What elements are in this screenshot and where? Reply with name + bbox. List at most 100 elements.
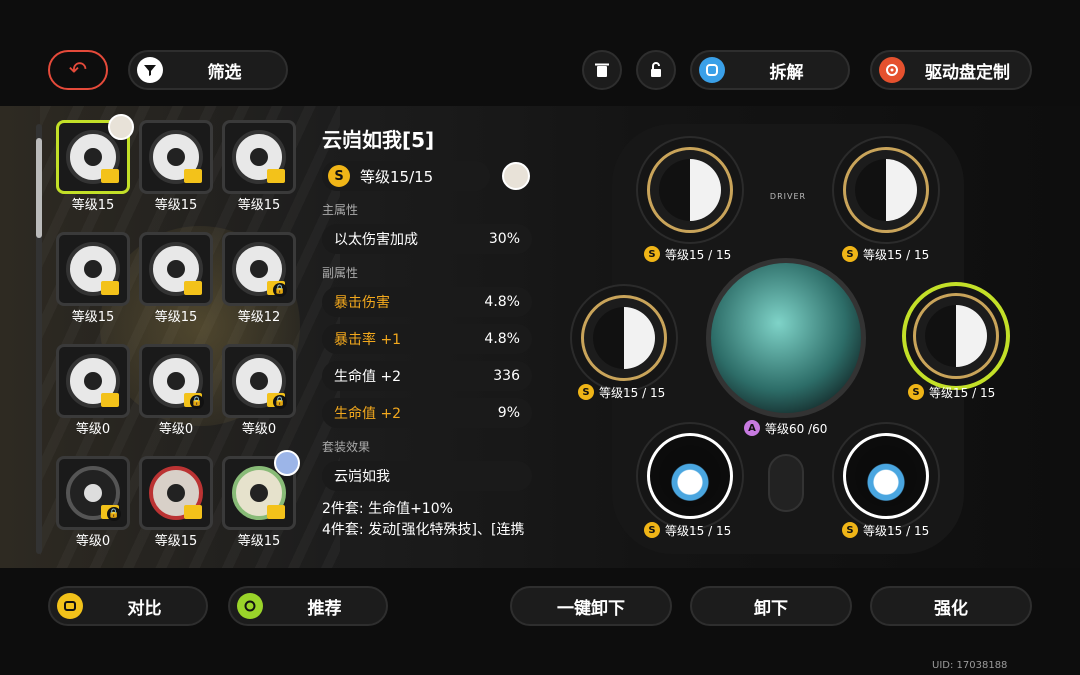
inventory-disc-item[interactable]: 🔒 等级0 <box>139 344 213 437</box>
disc-slot-1[interactable] <box>636 136 744 244</box>
trash-button[interactable] <box>582 50 622 90</box>
main-stat-name: 以太伤害加成 <box>334 232 418 248</box>
disc-card[interactable]: 🔒 <box>56 456 130 535</box>
disc-card[interactable]: 🔒 <box>222 344 296 423</box>
disc-slot-5[interactable] <box>636 422 744 530</box>
disc-item-level: 等级0 <box>75 534 111 549</box>
main-stat-value: 30% <box>488 231 520 247</box>
customize-button[interactable]: 驱动盘定制 <box>870 50 1032 90</box>
monster-disc-icon <box>659 445 721 507</box>
engine-level: 等级60 /60 <box>765 421 828 436</box>
level-coin-icon: S <box>842 246 858 262</box>
yinyang-disc-icon <box>855 159 917 221</box>
inventory-disc-item[interactable]: 等级15 <box>222 120 296 213</box>
w-engine-orb[interactable] <box>706 258 866 418</box>
unequip-button[interactable]: 卸下 <box>690 586 852 626</box>
sub-stat-row: 暴击伤害 4.8% <box>322 287 532 317</box>
set-name-box: 云岿如我 <box>322 461 532 491</box>
disc-slot-6[interactable] <box>832 422 940 530</box>
bottom-bar: 对比 推荐 一键卸下 卸下 强化 <box>0 568 1080 675</box>
filter-label: 筛选 <box>207 62 242 83</box>
disc-slot-frame <box>843 147 929 233</box>
set-name: 云岿如我 <box>334 469 390 485</box>
disc-slot-frame <box>581 295 667 381</box>
unequip-label: 卸下 <box>754 598 788 619</box>
inventory-disc-item[interactable]: 等级0 <box>56 344 130 437</box>
disc-card[interactable] <box>139 456 213 535</box>
disc-card[interactable] <box>222 120 296 199</box>
inventory-disc-item[interactable]: 等级15 <box>139 120 213 213</box>
inventory-disc-item[interactable]: 等级15 <box>222 450 300 549</box>
driver-label: DRIVER <box>769 192 807 201</box>
inventory-disc-item[interactable]: 等级15 <box>56 114 134 213</box>
sub-stat-name: 暴击伤害 <box>334 295 390 311</box>
level-coin-icon: S <box>908 384 924 400</box>
disc-item-level: 等级15 <box>154 310 198 325</box>
inventory-disc-item[interactable]: 🔒 等级12 <box>222 232 296 325</box>
rank-s-tag-icon <box>101 393 119 407</box>
disc-slot-level-badge: S 等级15 / 15 <box>842 520 929 540</box>
lock-icon: 🔒 <box>273 395 287 409</box>
yinyang-disc-icon <box>659 159 721 221</box>
sub-stat-name: 生命值 +2 <box>334 369 402 385</box>
disc-slot-4[interactable] <box>902 282 1010 390</box>
disc-custom-icon <box>879 57 905 83</box>
sub-stat-value: 4.8% <box>484 331 520 347</box>
disc-item-level: 等级0 <box>241 422 277 437</box>
disc-card[interactable]: 🔒 <box>139 344 213 423</box>
lock-icon: 🔒 <box>190 395 204 409</box>
inventory-disc-item[interactable]: 等级15 <box>139 456 213 549</box>
level-coin-icon: S <box>842 522 858 538</box>
uid-text: UID: 17038188 <box>932 660 1008 671</box>
sub-stat-value: 4.8% <box>484 294 520 310</box>
disc-slot-level-badge: S 等级15 / 15 <box>842 244 929 264</box>
disc-slot-level: 等级15 / 15 <box>863 523 930 538</box>
main-area: 等级15 等级15 等级15 等级15 等级15 🔒 等级12 等级0 🔒 等级0 🔒 等级0 🔒 等级0… <box>0 106 1080 568</box>
enhance-button[interactable]: 强化 <box>870 586 1032 626</box>
disc-slot-level: 等级15 / 15 <box>929 385 996 400</box>
disc-slot-level-badge: S 等级15 / 15 <box>644 244 731 264</box>
top-bar: ↶ 筛选 拆解 驱动盘定制 <box>0 0 1080 106</box>
inventory-disc-item[interactable]: 🔒 等级0 <box>56 456 130 549</box>
disc-slot-level: 等级15 / 15 <box>665 247 732 262</box>
dismantle-button[interactable]: 拆解 <box>690 50 850 90</box>
dismantle-icon <box>699 57 725 83</box>
level-coin-icon: S <box>328 165 350 187</box>
main-stat-header: 主属性 <box>322 203 359 217</box>
equipped-agent-avatar[interactable] <box>502 162 530 190</box>
lock-button[interactable] <box>636 50 676 90</box>
set-4pc: 4件套: 发动[强化特殊技]、[连携技]、[终结技]时，暴击率提升 <box>322 522 525 538</box>
disc-slot-level: 等级15 / 15 <box>599 385 666 400</box>
disc-card[interactable] <box>139 120 213 199</box>
inventory-disc-item[interactable]: 等级15 <box>56 232 130 325</box>
inventory-disc-item[interactable]: 等级15 <box>139 232 213 325</box>
sub-stat-header: 副属性 <box>322 266 359 280</box>
board-toggle[interactable] <box>768 454 804 512</box>
disc-item-level: 等级15 <box>154 534 198 549</box>
inventory-scrollbar[interactable] <box>36 124 42 554</box>
rank-s-tag-icon <box>184 169 202 183</box>
disc-title: 云岿如我[5] <box>322 128 435 152</box>
scroll-thumb[interactable] <box>36 138 42 238</box>
lock-icon: 🔒 <box>107 507 121 521</box>
equipped-agent-avatar <box>274 450 300 476</box>
recommend-button[interactable]: 推荐 <box>228 586 388 626</box>
rank-s-tag-icon <box>267 169 285 183</box>
disc-card[interactable] <box>139 232 213 311</box>
disc-card[interactable]: 🔒 <box>222 232 296 311</box>
unequip-all-button[interactable]: 一键卸下 <box>510 586 672 626</box>
disc-item-level: 等级15 <box>71 198 115 213</box>
set-effect-header: 套装效果 <box>322 440 371 454</box>
inventory-disc-item[interactable]: 🔒 等级0 <box>222 344 296 437</box>
disc-slot-frame <box>843 433 929 519</box>
disc-slot-3[interactable] <box>570 284 678 392</box>
disc-card[interactable] <box>56 344 130 423</box>
disc-slot-2[interactable] <box>832 136 940 244</box>
disc-card[interactable] <box>56 232 130 311</box>
compare-button[interactable]: 对比 <box>48 586 208 626</box>
back-button[interactable]: ↶ <box>48 50 108 90</box>
filter-icon <box>137 57 163 83</box>
sub-stat-row: 生命值 +2 9% <box>322 398 532 428</box>
disc-item-level: 等级12 <box>237 310 281 325</box>
filter-button[interactable]: 筛选 <box>128 50 288 90</box>
